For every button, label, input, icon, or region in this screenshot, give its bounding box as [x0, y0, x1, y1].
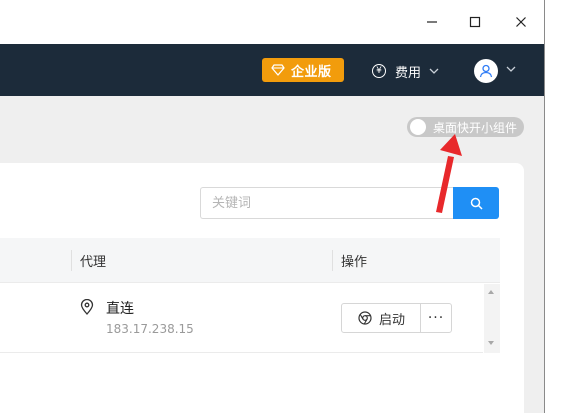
annotation-arrow-icon: [436, 134, 462, 213]
